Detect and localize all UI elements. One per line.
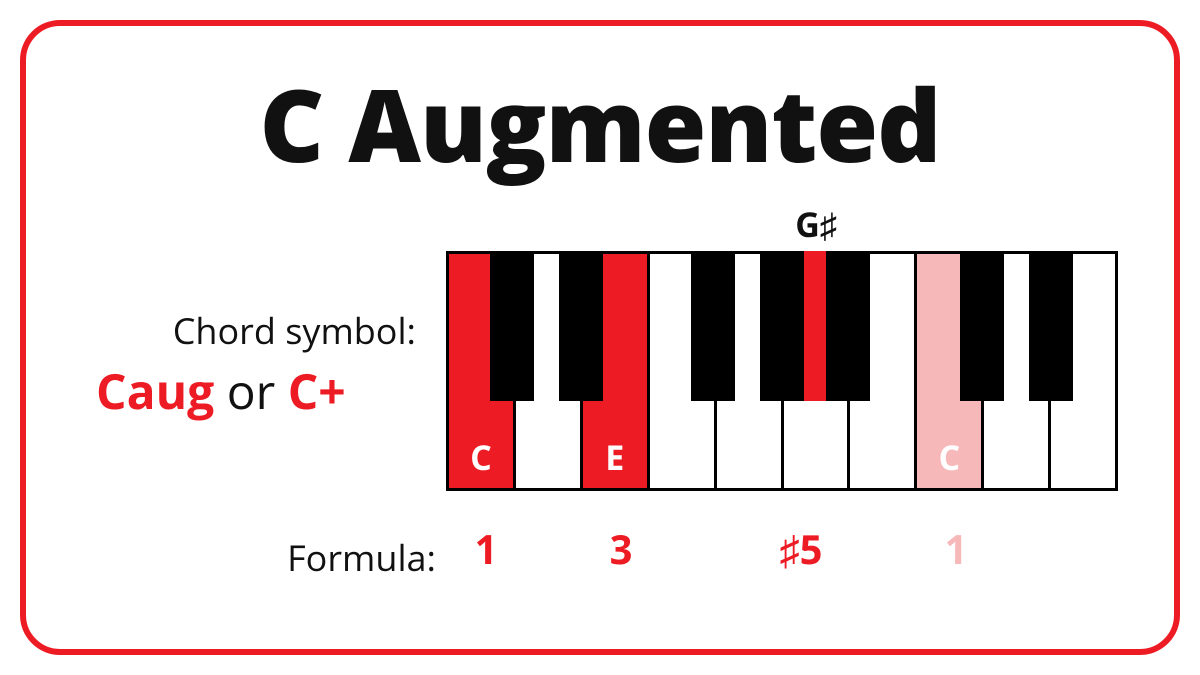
chord-symbol-value: Caug or C+ [96, 359, 416, 424]
chord-card: C Augmented Chord symbol: Caug or C+ G♯ … [20, 20, 1180, 655]
white-key [984, 254, 1051, 488]
formula-row: Formula: 1 3 ♯5 1 [256, 521, 1126, 582]
piano-keyboard: G♯ C E C [446, 251, 1118, 491]
degree-octave: 1 [945, 521, 968, 576]
white-key [717, 254, 784, 488]
chord-symbol-primary: Caug [96, 359, 214, 424]
white-key-e: E [583, 254, 650, 488]
formula-label: Formula: [256, 533, 451, 582]
formula-degrees: 1 3 ♯5 1 [451, 521, 1126, 571]
white-key [1051, 254, 1118, 488]
white-key-c: C [449, 254, 516, 488]
degree: 3 [610, 521, 633, 576]
chord-symbol-connector: or [214, 359, 287, 424]
note-label: C [449, 434, 513, 480]
chord-symbol-secondary: C+ [288, 359, 346, 424]
white-key-c-octave: C [917, 254, 984, 488]
note-label: C [917, 434, 981, 480]
degree: 1 [475, 521, 498, 576]
white-keys: C E C [446, 251, 1118, 491]
white-key [784, 254, 851, 488]
white-key [850, 254, 917, 488]
note-label: E [583, 434, 647, 480]
white-key [516, 254, 583, 488]
chord-title: C Augmented [26, 56, 1174, 192]
degree: ♯5 [780, 521, 823, 576]
chord-symbol-block: Chord symbol: Caug or C+ [96, 306, 416, 424]
white-key [650, 254, 717, 488]
chord-symbol-label: Chord symbol: [96, 306, 416, 355]
black-key-label: G♯ [776, 201, 856, 247]
